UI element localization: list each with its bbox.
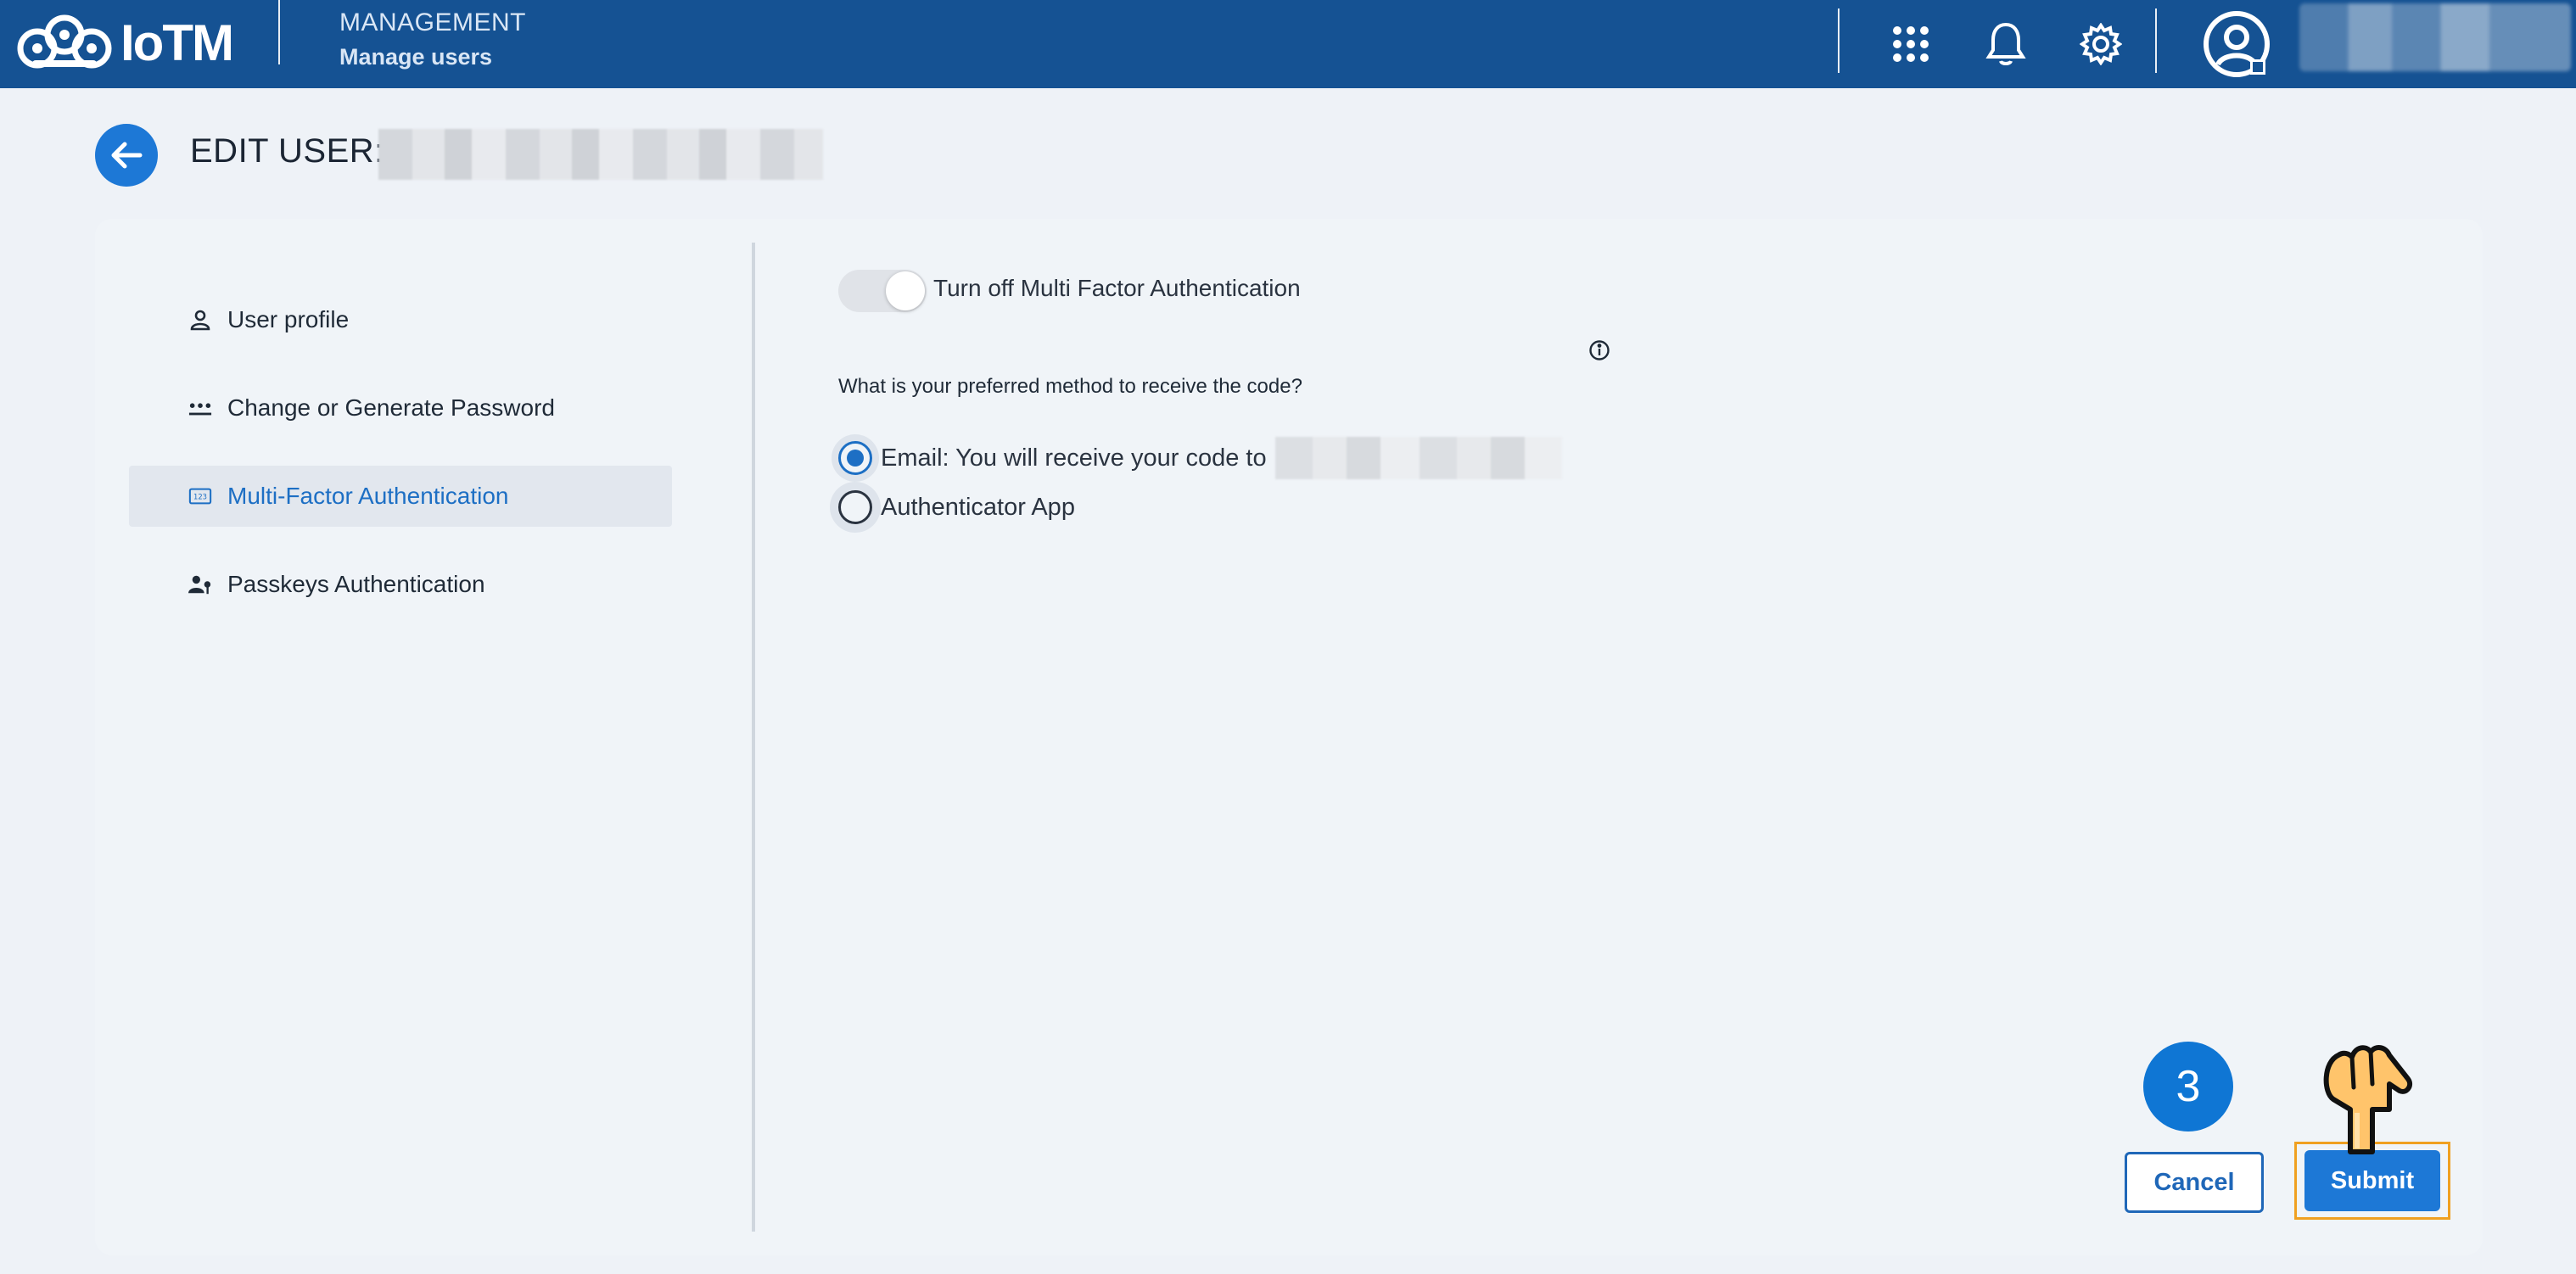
- sidebar-item-user-profile[interactable]: User profile: [129, 289, 672, 350]
- cloud-logo-icon: [17, 14, 112, 69]
- code-123-icon: 123: [188, 484, 212, 508]
- option-authenticator-label: Authenticator App: [881, 493, 1075, 521]
- header-divider: [278, 0, 280, 64]
- email-radio[interactable]: [838, 441, 872, 475]
- sidebar-item-label: User profile: [227, 306, 350, 332]
- method-question: What is your preferred method to receive…: [838, 375, 1302, 398]
- bell-icon[interactable]: [1979, 17, 2033, 71]
- password-dots-icon: [188, 396, 212, 420]
- svg-text:123: 123: [193, 493, 207, 501]
- gear-icon[interactable]: [2074, 17, 2128, 71]
- email-redacted: [1274, 437, 1562, 479]
- cancel-button[interactable]: Cancel: [2125, 1152, 2264, 1213]
- page-title: EDIT USER:: [190, 132, 384, 170]
- user-name-redacted: [378, 129, 823, 180]
- sidebar-item-label: Multi-Factor Authentication: [227, 483, 509, 509]
- step-badge: 3: [2143, 1042, 2233, 1132]
- authenticator-radio[interactable]: [838, 490, 872, 524]
- person-icon: [188, 308, 212, 332]
- logo-text: IoTM: [120, 14, 234, 71]
- header-divider: [1838, 8, 1840, 73]
- option-email[interactable]: Email: You will receive your code to: [838, 437, 1562, 479]
- mfa-toggle-label: Turn off Multi Factor Authentication: [933, 275, 1301, 301]
- module-title: MANAGEMENT: [339, 8, 527, 36]
- user-name-redacted: [2299, 3, 2571, 71]
- module-subtitle[interactable]: Manage users: [339, 44, 492, 70]
- sidebar-item-mfa[interactable]: 123 Multi-Factor Authentication: [129, 466, 672, 527]
- user-avatar-icon[interactable]: [2201, 8, 2272, 80]
- sidebar-item-label: Change or Generate Password: [227, 394, 555, 421]
- sidebar-item-change-password[interactable]: Change or Generate Password: [129, 377, 672, 439]
- mfa-toggle[interactable]: [838, 270, 927, 312]
- back-button[interactable]: [95, 124, 158, 187]
- toggle-knob: [886, 271, 925, 310]
- apps-grid-icon[interactable]: [1884, 17, 1938, 71]
- app-logo[interactable]: IoTM: [15, 8, 234, 76]
- option-authenticator-app[interactable]: Authenticator App: [838, 490, 1075, 524]
- arrow-left-icon: [111, 142, 143, 169]
- sidebar-item-label: Passkeys Authentication: [227, 571, 485, 597]
- header-divider: [2155, 8, 2157, 73]
- submit-button[interactable]: Submit: [2304, 1150, 2440, 1211]
- person-key-icon: [188, 573, 212, 596]
- pointing-hand-icon: [2304, 1028, 2415, 1155]
- sidebar-item-passkeys[interactable]: Passkeys Authentication: [129, 554, 672, 615]
- card-divider: [752, 243, 755, 1232]
- info-icon[interactable]: [1588, 339, 1610, 361]
- option-email-label: Email: You will receive your code to: [881, 444, 1267, 472]
- top-bar: IoTM MANAGEMENT Manage users: [0, 0, 2576, 88]
